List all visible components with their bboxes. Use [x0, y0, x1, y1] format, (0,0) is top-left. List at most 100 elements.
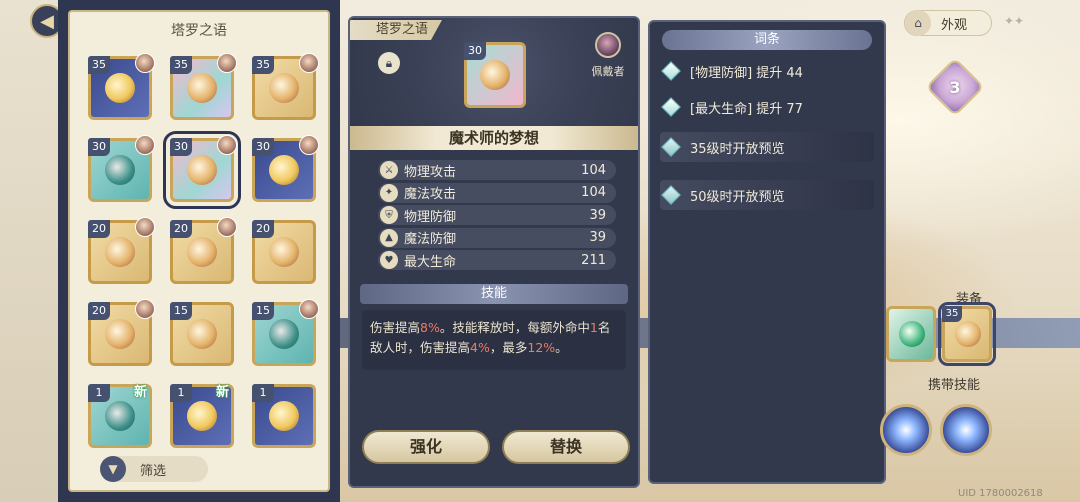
tarot-card[interactable]: 1新	[170, 384, 234, 448]
tarot-card[interactable]: 15	[252, 299, 319, 366]
skill-desc-text: 伤害提高	[370, 320, 421, 335]
filter-button[interactable]: ▼ 筛选	[100, 456, 208, 482]
card-list-title: 塔罗之语	[171, 23, 227, 39]
stat-name: 物理攻击	[404, 164, 457, 180]
card-art	[187, 73, 217, 103]
equip-slot-other[interactable]	[886, 306, 936, 362]
tarot-card[interactable]: 20	[252, 220, 316, 284]
skill-desc-text: 。技能释放时，每额外命中	[439, 320, 590, 335]
card-art	[105, 237, 135, 267]
skill-desc-value: 1	[589, 320, 598, 335]
card-level: 1	[252, 384, 274, 402]
skill-description: 伤害提高8%。技能释放时，每额外命中1名敌人时，伤害提高4%，最多12%。	[362, 310, 626, 370]
card-art	[269, 155, 299, 185]
detail-card-image: 30	[464, 42, 526, 108]
tarot-card[interactable]: 1	[252, 384, 316, 448]
owner-avatar	[135, 135, 155, 155]
card-art	[187, 155, 217, 185]
skill-desc-value: 12%	[527, 340, 556, 355]
owner-avatar	[135, 217, 155, 237]
stat-value: 211	[581, 252, 606, 268]
skill-orb-2[interactable]	[940, 404, 992, 456]
card-level: 20	[252, 220, 274, 238]
tarot-card[interactable]: 35	[252, 53, 319, 120]
affix-panel: 词条 [物理防御] 提升 44 [最大生命] 提升 77 35级时开放预览 50级时开…	[648, 20, 886, 484]
card-level: 15	[170, 302, 192, 320]
card-name: 魔术师的梦想	[350, 126, 638, 150]
equip-label: 装备	[956, 292, 983, 307]
stat-name: 最大生命	[404, 254, 457, 270]
card-art	[187, 319, 217, 349]
affix-row-locked: 50级时开放预览	[660, 180, 874, 210]
owner-avatar	[217, 217, 237, 237]
equip-level: 35	[942, 306, 962, 322]
tarot-card[interactable]: 35	[170, 53, 237, 120]
tarot-card[interactable]: 30	[88, 135, 155, 202]
equip-art	[899, 321, 925, 347]
card-level: 35	[170, 56, 192, 74]
owner-avatar	[299, 299, 319, 319]
card-art	[480, 60, 510, 90]
card-list-frame: 塔罗之语 35 35 35 30 30 30 20 20 20 20 15 15 1 新 1 新 1 ▼ 筛选	[68, 10, 330, 492]
enhance-button[interactable]: 强化	[362, 430, 490, 464]
shield-icon: ⛨	[380, 206, 398, 225]
stat-row: ✦ 魔法攻击 104	[378, 182, 616, 203]
card-art	[269, 237, 299, 267]
tarot-card[interactable]: 20	[170, 217, 237, 284]
detail-header: 塔罗之语 🔒︎ 30 佩戴者	[350, 18, 638, 126]
card-level: 20	[170, 220, 192, 238]
tarot-card[interactable]: 30	[252, 135, 319, 202]
stat-value: 39	[589, 207, 606, 223]
owner-avatar	[217, 135, 237, 155]
card-art	[269, 319, 299, 349]
card-art	[105, 155, 135, 185]
owner-avatar	[135, 299, 155, 319]
appearance-button[interactable]: ⌂ 外观	[904, 10, 992, 36]
wearer-info[interactable]: 佩戴者	[586, 32, 630, 79]
stat-value: 104	[581, 185, 606, 201]
sword-icon: ⚔	[380, 161, 398, 179]
skill-orb-1[interactable]	[880, 404, 932, 456]
tarot-card[interactable]: 30	[163, 131, 241, 209]
stat-value: 39	[589, 230, 606, 246]
left-edge-strip	[0, 0, 58, 502]
tarot-card[interactable]: 20	[88, 299, 155, 366]
card-art	[269, 401, 299, 431]
lock-icon[interactable]: 🔒︎	[378, 52, 400, 74]
card-level: 35	[88, 56, 110, 74]
detail-tab: 塔罗之语	[350, 20, 443, 40]
card-level: 30	[88, 138, 110, 156]
card-art	[105, 401, 135, 431]
skill-desc-text: 。	[555, 340, 568, 355]
card-level: 1	[170, 384, 192, 402]
stat-row: ♥ 最大生命 211	[378, 250, 616, 271]
skill-title: 技能	[360, 284, 628, 304]
affix-text: [最大生命] 提升 77	[690, 101, 803, 117]
card-art	[105, 73, 135, 103]
affix-text: [物理防御] 提升 44	[690, 65, 803, 81]
affix-text: 50级时开放预览	[690, 189, 785, 205]
owner-avatar	[135, 53, 155, 73]
card-level: 20	[88, 302, 110, 320]
wand-icon: ✦	[380, 183, 398, 202]
sparkle-icon: ✦✦	[1004, 14, 1025, 28]
tarot-card[interactable]: 15	[170, 302, 234, 366]
equip-slot-selected[interactable]: 35	[938, 302, 996, 366]
card-level: 35	[252, 56, 274, 74]
wearer-label: 佩戴者	[591, 65, 625, 78]
tarot-card[interactable]: 35	[88, 53, 155, 120]
owner-avatar	[299, 135, 319, 155]
tarot-card[interactable]: 1新	[88, 384, 152, 448]
replace-button[interactable]: 替换	[502, 430, 630, 464]
card-level: 30	[170, 138, 192, 156]
uid-text: UID 1780002618	[958, 488, 1043, 499]
stat-value: 104	[581, 162, 606, 178]
card-art	[187, 401, 217, 431]
carried-skills-label: 携带技能	[928, 378, 981, 393]
affix-title: 词条	[662, 30, 872, 50]
card-level: 1	[88, 384, 110, 402]
tarot-card[interactable]: 20	[88, 217, 155, 284]
filter-label: 筛选	[140, 463, 167, 479]
detail-card-level: 30	[464, 42, 486, 60]
skill-desc-value: 8%	[420, 320, 440, 335]
